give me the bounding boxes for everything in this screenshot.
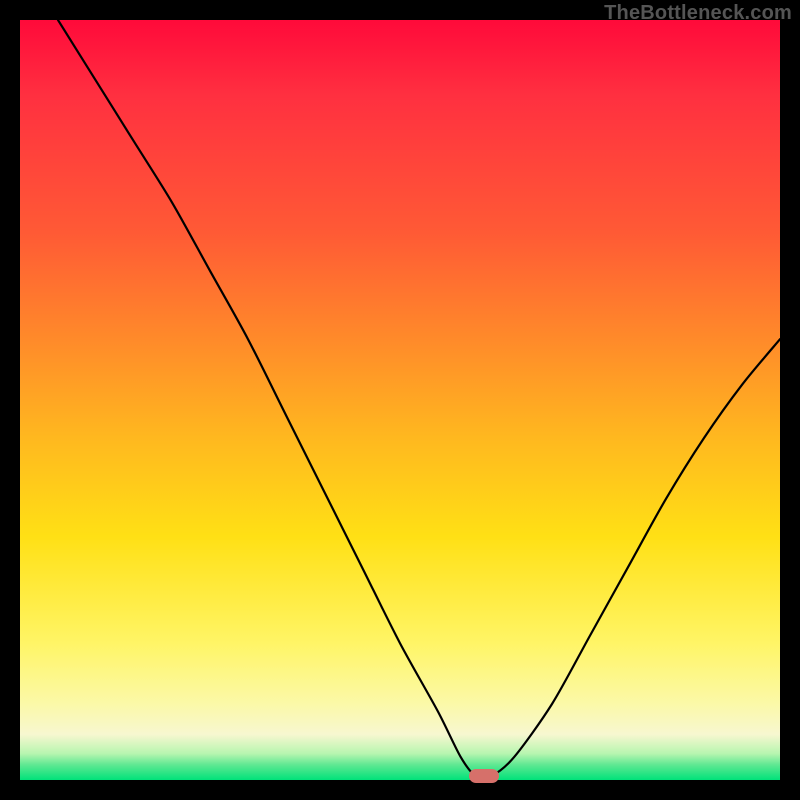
bottleneck-curve <box>20 20 780 780</box>
optimal-marker <box>469 769 499 783</box>
plot-area <box>20 20 780 780</box>
watermark-text: TheBottleneck.com <box>604 2 792 25</box>
chart-frame: TheBottleneck.com <box>0 0 800 800</box>
curve-path <box>58 20 780 778</box>
